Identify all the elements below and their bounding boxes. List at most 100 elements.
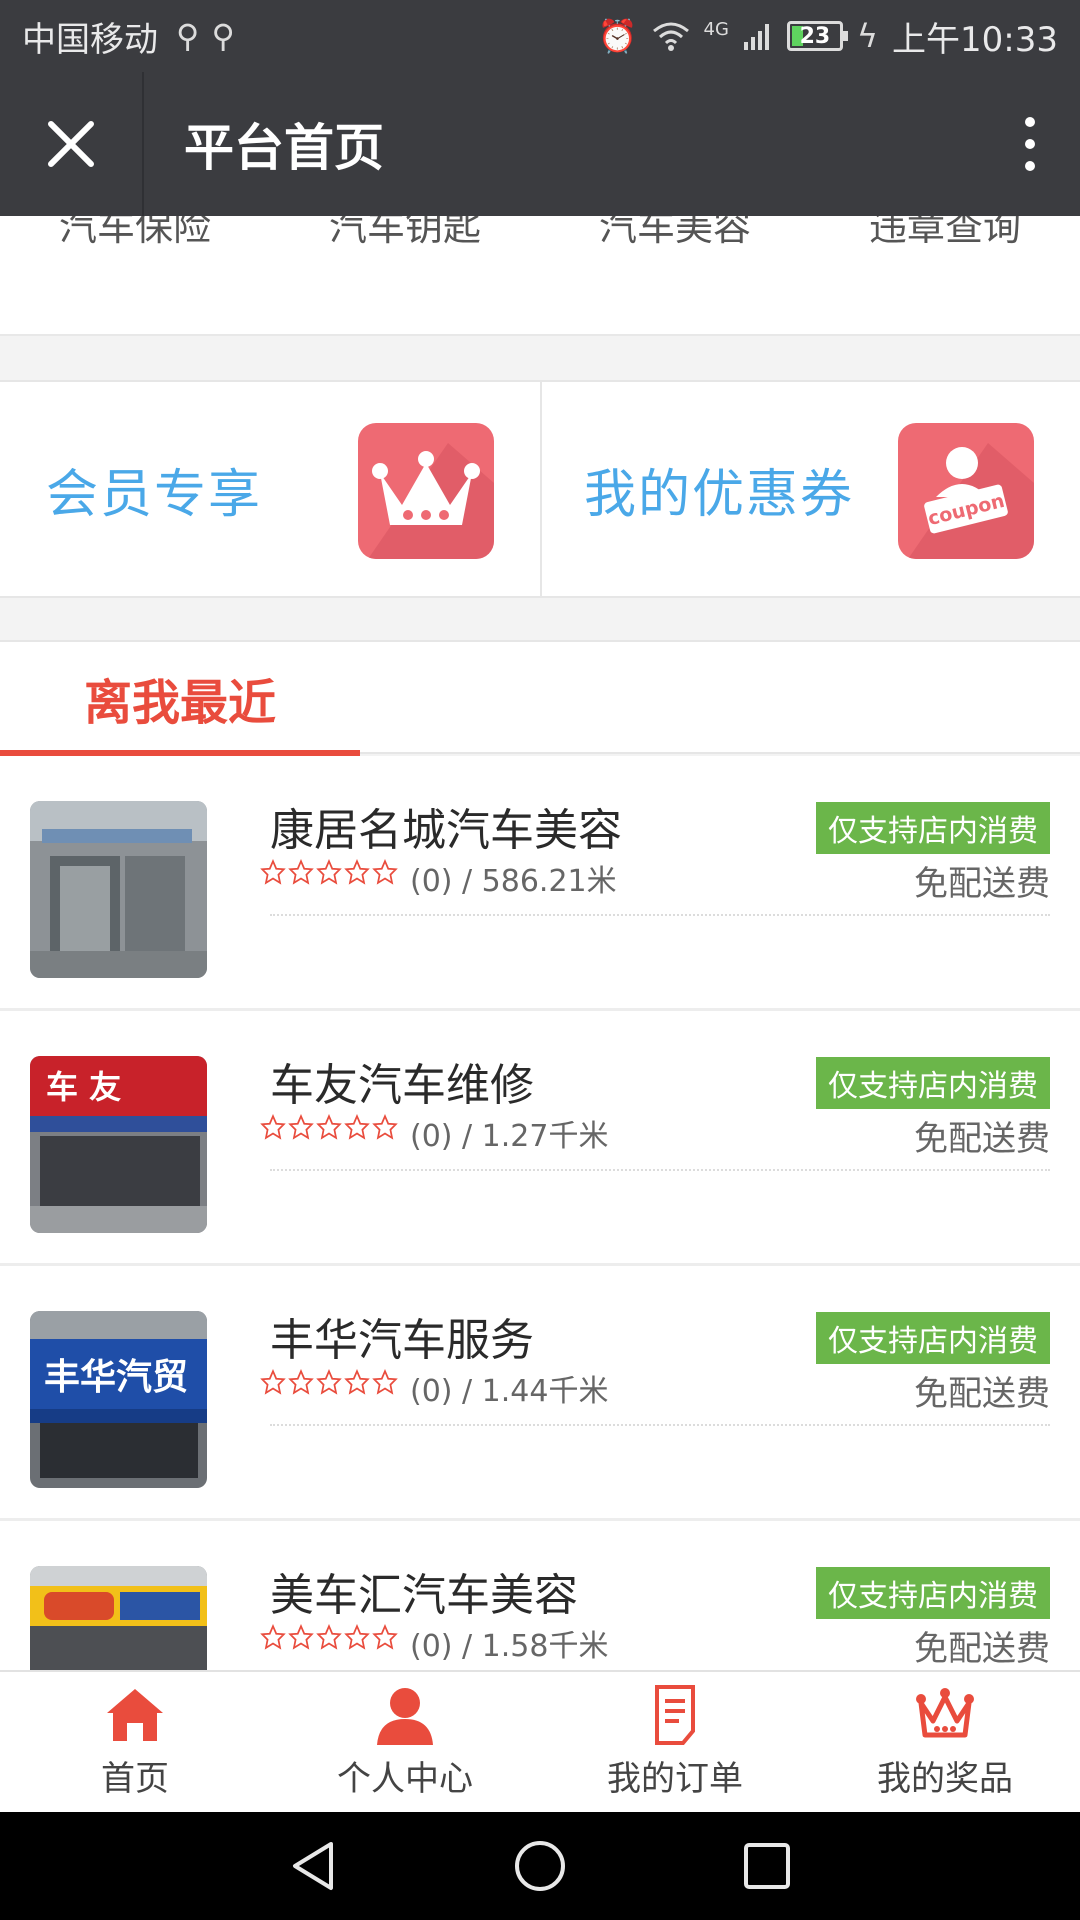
star-icon bbox=[316, 1369, 342, 1395]
store-name: 丰华汽车服务 bbox=[270, 1315, 534, 1366]
nav-label: 我的奖品 bbox=[877, 1758, 1013, 1799]
store-item[interactable]: 车 友 车友汽车维修 (0) / 1.27千米 仅支持店内消费 免配送费 bbox=[0, 1011, 1080, 1266]
person-icon bbox=[377, 1687, 433, 1745]
star-icon bbox=[344, 1114, 370, 1140]
clock: 上午10:33 bbox=[892, 19, 1058, 60]
star-icon bbox=[372, 1369, 398, 1395]
star-rating bbox=[260, 1114, 398, 1140]
more-button[interactable] bbox=[980, 72, 1080, 216]
page-title: 平台首页 bbox=[184, 119, 384, 177]
status-bar: 中国移动 ⚲ ⚲ ⏰ 4G 23 ϟ 上午10:33 bbox=[0, 0, 1080, 72]
in-store-only-badge: 仅支持店内消费 bbox=[816, 1312, 1050, 1364]
nav-label: 首页 bbox=[101, 1758, 169, 1799]
charging-icon: ϟ bbox=[856, 17, 879, 55]
store-photo: 车 友 bbox=[30, 1056, 207, 1233]
battery-level: 23 bbox=[799, 23, 831, 49]
usb-icon: ⚲ bbox=[176, 17, 200, 55]
nav-orders[interactable]: 我的订单 bbox=[540, 1672, 810, 1812]
store-item[interactable]: 康居名城汽车美容 (0) / 586.21米 仅支持店内消费 免配送费 bbox=[0, 756, 1080, 1011]
star-icon bbox=[260, 1369, 286, 1395]
app-header: 平台首页 bbox=[0, 72, 1080, 216]
star-icon bbox=[372, 1624, 398, 1650]
member-exclusive-card[interactable]: 会员专享 bbox=[0, 382, 540, 596]
in-store-only-badge: 仅支持店内消费 bbox=[816, 1057, 1050, 1109]
star-icon bbox=[372, 859, 398, 885]
store-photo bbox=[30, 1566, 207, 1670]
document-icon bbox=[655, 1684, 695, 1745]
store-photo: 丰华汽贸 bbox=[30, 1311, 207, 1488]
divider bbox=[270, 1169, 1050, 1171]
nav-label: 个人中心 bbox=[337, 1758, 473, 1799]
delivery-fee-label: 免配送费 bbox=[914, 1119, 1050, 1159]
bottom-nav: 首页 个人中心 我的订单 我的奖品 bbox=[0, 1670, 1080, 1812]
svg-text:车 友: 车 友 bbox=[46, 1068, 121, 1106]
coupon-icon: coupon bbox=[898, 423, 1034, 559]
store-item[interactable]: 美车汇汽车美容 (0) / 1.58千米 仅支持店内消费 免配送费 bbox=[0, 1521, 1080, 1670]
star-icon bbox=[288, 1114, 314, 1140]
store-item[interactable]: 丰华汽贸 丰华汽车服务 (0) / 1.44千米 仅支持店内消费 免配送费 bbox=[0, 1266, 1080, 1521]
my-coupons-card[interactable]: 我的优惠券 coupon bbox=[540, 382, 1080, 596]
divider bbox=[270, 914, 1050, 916]
store-distance: (0) / 586.21米 bbox=[410, 864, 617, 899]
battery-icon: 23 bbox=[786, 21, 848, 51]
carrier-label: 中国移动 bbox=[22, 19, 158, 60]
alarm-icon: ⏰ bbox=[597, 17, 638, 55]
promo-label: 我的优惠券 bbox=[584, 464, 855, 525]
crown-icon bbox=[916, 1687, 974, 1737]
tab-nearest[interactable]: 离我最近 bbox=[0, 642, 360, 756]
category-item[interactable]: 违章查询 bbox=[810, 216, 1080, 251]
more-vertical-icon bbox=[1025, 117, 1035, 171]
store-list: 康居名城汽车美容 (0) / 586.21米 仅支持店内消费 免配送费 车 友 … bbox=[0, 756, 1080, 1670]
in-store-only-badge: 仅支持店内消费 bbox=[816, 1567, 1050, 1619]
store-distance: (0) / 1.44千米 bbox=[410, 1374, 609, 1409]
star-icon bbox=[344, 859, 370, 885]
star-icon bbox=[288, 859, 314, 885]
category-item[interactable]: 汽车美容 bbox=[540, 216, 810, 251]
delivery-fee-label: 免配送费 bbox=[914, 864, 1050, 904]
in-store-only-badge: 仅支持店内消费 bbox=[816, 802, 1050, 854]
star-icon bbox=[288, 1369, 314, 1395]
nav-profile[interactable]: 个人中心 bbox=[270, 1672, 540, 1812]
star-rating bbox=[260, 1369, 398, 1395]
category-strip: 汽车保险 汽车钥匙 汽车美容 违章查询 bbox=[0, 216, 1080, 336]
home-circle-icon[interactable] bbox=[512, 1838, 568, 1894]
crown-icon bbox=[358, 423, 494, 559]
store-photo bbox=[30, 801, 207, 978]
signal-icon bbox=[743, 24, 769, 50]
store-name: 康居名城汽车美容 bbox=[270, 805, 622, 856]
star-rating bbox=[260, 1624, 398, 1650]
recents-icon[interactable] bbox=[739, 1838, 795, 1894]
store-name: 美车汇汽车美容 bbox=[270, 1570, 578, 1621]
star-icon bbox=[316, 859, 342, 885]
divider bbox=[270, 1424, 1050, 1426]
delivery-fee-label: 免配送费 bbox=[914, 1374, 1050, 1414]
back-icon[interactable] bbox=[285, 1838, 341, 1894]
nav-prizes[interactable]: 我的奖品 bbox=[810, 1672, 1080, 1812]
star-icon bbox=[316, 1624, 342, 1650]
category-item[interactable]: 汽车保险 bbox=[0, 216, 270, 251]
star-icon bbox=[288, 1624, 314, 1650]
close-button[interactable] bbox=[0, 72, 144, 216]
category-item[interactable]: 汽车钥匙 bbox=[270, 216, 540, 251]
nav-home[interactable]: 首页 bbox=[0, 1672, 270, 1812]
delivery-fee-label: 免配送费 bbox=[914, 1629, 1050, 1669]
star-icon bbox=[316, 1114, 342, 1140]
star-icon bbox=[260, 859, 286, 885]
star-icon bbox=[260, 1114, 286, 1140]
star-icon bbox=[372, 1114, 398, 1140]
store-distance: (0) / 1.58千米 bbox=[410, 1629, 609, 1664]
store-distance: (0) / 1.27千米 bbox=[410, 1119, 609, 1154]
promo-label: 会员专享 bbox=[46, 464, 263, 525]
usb-icon: ⚲ bbox=[211, 17, 235, 55]
star-icon bbox=[344, 1369, 370, 1395]
star-rating bbox=[260, 859, 398, 885]
nav-label: 我的订单 bbox=[607, 1758, 743, 1799]
home-icon bbox=[107, 1688, 163, 1741]
star-icon bbox=[260, 1624, 286, 1650]
close-icon bbox=[48, 121, 94, 167]
svg-text:丰华汽贸: 丰华汽贸 bbox=[44, 1356, 188, 1398]
tab-bar: 离我最近 bbox=[0, 640, 1080, 756]
store-name: 车友汽车维修 bbox=[270, 1060, 534, 1111]
network-type: 4G bbox=[703, 18, 729, 40]
system-nav-bar bbox=[0, 1812, 1080, 1920]
